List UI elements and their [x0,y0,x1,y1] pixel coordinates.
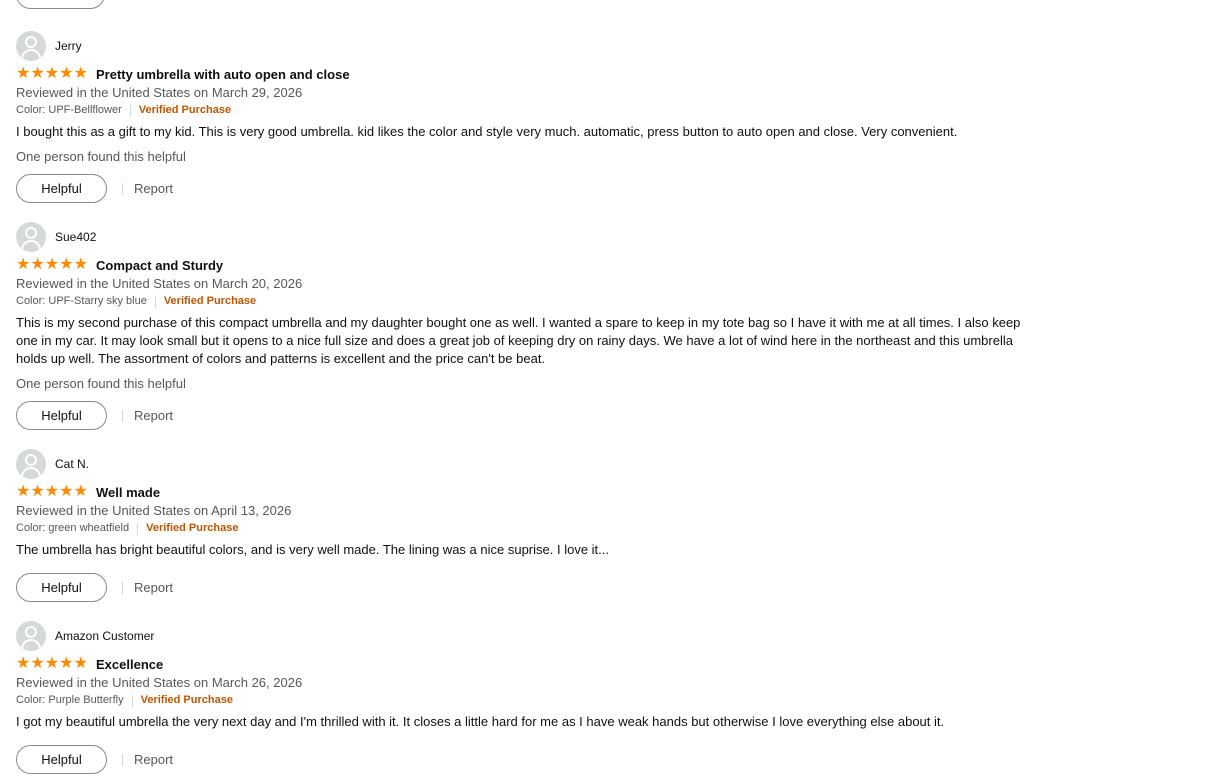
avatar-icon [16,31,46,61]
report-link[interactable]: Report [134,181,173,196]
helpful-button[interactable]: Helpful [16,573,107,602]
review: Sue402 ★ ★ ★ ★ ★ Compact and Sturdy Reviewed… [16,222,1026,430]
star-icon: ★ [59,483,74,500]
product-variant[interactable]: Color: green wheatfield [16,521,129,536]
helpful-count: One person found this helpful [16,376,186,391]
star-icon: ★ [59,65,74,82]
star-icon: ★ [30,65,45,82]
star-icon: ★ [16,65,31,82]
review-date: Reviewed in the United States on March 2… [16,276,303,291]
divider [137,522,139,535]
review-body: I got my beautiful umbrella the very nex… [16,714,945,729]
reviewer-name: Cat N. [55,457,90,471]
helpful-count: One person found this helpful [16,149,186,164]
product-variant[interactable]: Color: Purple Butterfly [16,693,124,708]
star-rating[interactable]: ★ ★ ★ ★ ★ [16,257,88,273]
review-title[interactable]: Well made [96,485,160,500]
reviewer-name: Sue402 [55,230,97,244]
review-date: Reviewed in the United States on March 2… [16,85,303,100]
previous-helpful-button[interactable] [16,0,105,9]
divider [122,753,123,766]
report-link[interactable]: Report [134,580,173,595]
review-date: Reviewed in the United States on April 1… [16,503,292,518]
review: Cat N. ★ ★ ★ ★ ★ Well made Reviewed in the U… [16,449,1026,602]
star-rating[interactable]: ★ ★ ★ ★ ★ [16,656,88,672]
star-icon: ★ [44,655,60,672]
star-rating[interactable]: ★ ★ ★ ★ ★ [16,484,88,500]
review-title[interactable]: Pretty umbrella with auto open and close [96,67,350,82]
product-variant[interactable]: Color: UPF-Bellflower [16,103,122,118]
star-icon: ★ [73,65,88,82]
divider [122,581,123,594]
star-icon: ★ [16,655,31,672]
star-icon: ★ [30,483,45,500]
product-variant[interactable]: Color: UPF-Starry sky blue [16,294,147,309]
report-link[interactable]: Report [134,408,173,423]
divider [131,694,133,707]
helpful-button[interactable]: Helpful [16,174,107,203]
helpful-button[interactable]: Helpful [16,745,107,774]
review-title[interactable]: Excellence [96,657,163,672]
divider [122,182,123,195]
verified-badge: Verified Purchase [163,295,257,307]
divider [129,104,131,117]
star-icon: ★ [16,256,31,273]
review-date: Reviewed in the United States on March 2… [16,675,303,690]
star-icon: ★ [30,256,45,273]
review-body: I bought this as a gift to my kid. This … [16,124,958,139]
star-icon: ★ [30,655,45,672]
review-list: Jerry ★ ★ ★ ★ ★ Pretty umbrella with auto op… [16,31,1026,774]
avatar-icon [16,449,46,479]
star-icon: ★ [73,655,88,672]
avatar-icon [16,621,46,651]
verified-badge: Verified Purchase [146,522,239,534]
reviewer-name: Jerry [55,39,82,53]
star-icon: ★ [73,256,88,273]
star-icon: ★ [16,483,31,500]
avatar-icon [16,222,46,252]
reviewer-profile[interactable]: Sue402 [16,222,1026,252]
review-title[interactable]: Compact and Sturdy [96,258,223,273]
star-icon: ★ [59,655,74,672]
verified-badge: Verified Purchase [138,104,232,116]
review: Amazon Customer ★ ★ ★ ★ ★ Excellence Reviewe… [16,621,1026,774]
review: Jerry ★ ★ ★ ★ ★ Pretty umbrella with auto op… [16,31,1026,203]
helpful-button[interactable]: Helpful [16,401,107,430]
reviewer-profile[interactable]: Cat N. [16,449,1026,479]
star-rating[interactable]: ★ ★ ★ ★ ★ [16,66,88,82]
reviewer-profile[interactable]: Amazon Customer [16,621,1026,651]
verified-badge: Verified Purchase [140,694,233,706]
divider [154,295,156,308]
star-icon: ★ [73,483,88,500]
review-body: The umbrella has bright beautiful colors… [16,542,609,557]
review-body: This is my second purchase of this compa… [16,315,1021,366]
star-icon: ★ [44,483,60,500]
reviewer-profile[interactable]: Jerry [16,31,1026,61]
star-icon: ★ [44,256,60,273]
report-link[interactable]: Report [134,752,173,767]
star-icon: ★ [59,256,74,273]
star-icon: ★ [44,65,60,82]
divider [122,409,123,422]
reviewer-name: Amazon Customer [55,629,155,643]
